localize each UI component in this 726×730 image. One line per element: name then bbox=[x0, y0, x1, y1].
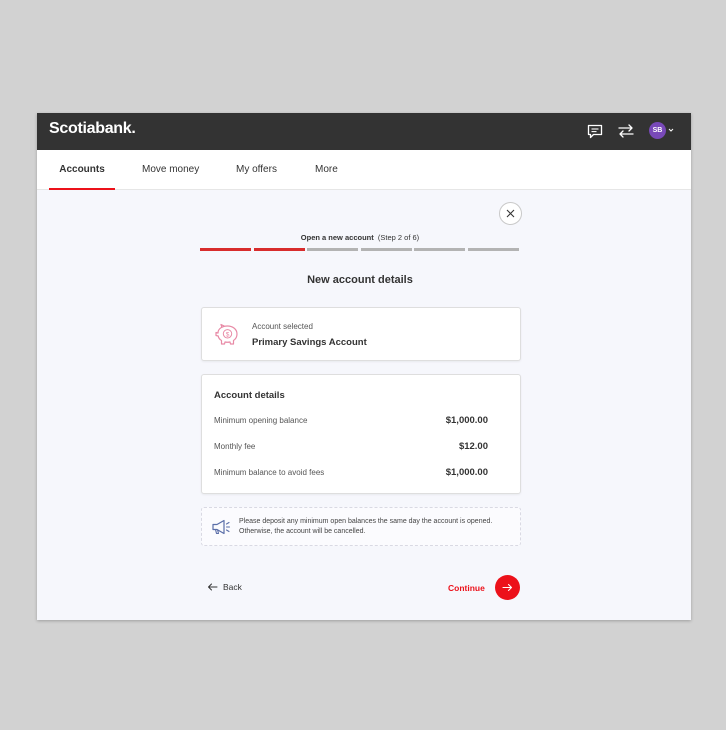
continue-button[interactable]: Continue bbox=[448, 575, 520, 600]
svg-text:$: $ bbox=[226, 331, 230, 338]
main-nav: Accounts Move money My offers More bbox=[37, 150, 691, 190]
arrow-right-icon bbox=[502, 583, 512, 592]
progress-label: Open a new account (Step 2 of 6) bbox=[200, 233, 520, 242]
progress-title: Open a new account bbox=[300, 233, 374, 242]
account-selected-label: Account selected bbox=[252, 322, 313, 331]
detail-label-monthly-fee: Monthly fee bbox=[214, 442, 256, 451]
detail-value-monthly-fee: $12.00 bbox=[458, 441, 488, 452]
continue-label: Continue bbox=[448, 582, 485, 593]
progress-step-1 bbox=[200, 248, 251, 251]
app-window: Scotiabank. SB Accounts Move money My of… bbox=[37, 113, 691, 620]
tab-accounts[interactable]: Accounts bbox=[49, 150, 115, 190]
detail-value-min-balance: $1,000.00 bbox=[445, 467, 488, 478]
selected-account-card: $ Account selected Primary Savings Accou… bbox=[201, 307, 521, 361]
top-bar: Scotiabank. SB bbox=[37, 113, 691, 150]
back-label: Back bbox=[223, 582, 242, 592]
tab-move-money[interactable]: Move money bbox=[142, 150, 199, 190]
notice-line-1: Please deposit any minimum open balances… bbox=[239, 518, 493, 525]
account-details-card: Account details Minimum opening balance … bbox=[201, 374, 521, 494]
tab-more[interactable]: More bbox=[315, 150, 338, 190]
page-title: New account details bbox=[307, 274, 413, 286]
account-name: Primary Savings Account bbox=[252, 337, 367, 348]
avatar[interactable]: SB bbox=[649, 122, 666, 139]
back-button[interactable]: Back bbox=[207, 581, 242, 593]
progress-step-4 bbox=[361, 248, 412, 251]
piggy-bank-icon: $ bbox=[215, 323, 238, 345]
progress-step-5 bbox=[414, 248, 465, 251]
megaphone-icon bbox=[212, 519, 231, 535]
notice-line-2: Otherwise, the account will be cancelled… bbox=[239, 528, 366, 535]
deposit-notice: Please deposit any minimum open balances… bbox=[201, 507, 521, 546]
notice-text: Please deposit any minimum open balances… bbox=[239, 517, 514, 537]
chat-icon[interactable] bbox=[586, 122, 604, 140]
continue-arrow-button[interactable] bbox=[494, 575, 520, 600]
tab-my-offers[interactable]: My offers bbox=[236, 150, 277, 190]
transfer-icon[interactable] bbox=[617, 122, 635, 140]
detail-label-min-opening: Minimum opening balance bbox=[214, 416, 308, 425]
progress-step-3 bbox=[307, 248, 358, 251]
scotiabank-logo[interactable]: Scotiabank. bbox=[49, 120, 136, 138]
detail-label-min-balance: Minimum balance to avoid fees bbox=[214, 468, 325, 477]
progress-step-text: (Step 2 of 6) bbox=[377, 233, 420, 242]
chevron-down-icon[interactable] bbox=[668, 126, 674, 134]
details-title: Account details bbox=[214, 390, 285, 401]
progress-step-2 bbox=[254, 248, 305, 251]
close-button[interactable] bbox=[499, 202, 522, 225]
progress-step-6 bbox=[468, 248, 519, 251]
arrow-left-icon bbox=[208, 583, 218, 591]
detail-value-min-opening: $1,000.00 bbox=[445, 415, 488, 426]
close-icon bbox=[506, 209, 515, 218]
